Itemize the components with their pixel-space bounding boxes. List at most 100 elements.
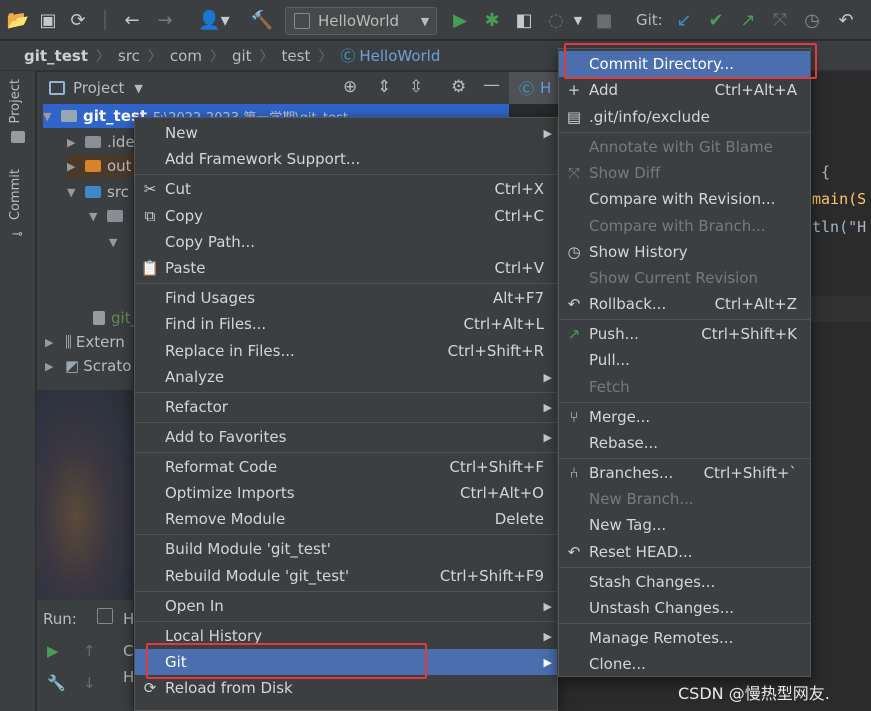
menu-item-push[interactable]: ↗ Push... Ctrl+Shift+K (559, 321, 810, 347)
menu-item-add[interactable]: + Add Ctrl+Alt+A (559, 77, 810, 103)
expand-all-icon[interactable]: ⇕ (377, 77, 391, 97)
tree-row[interactable]: ▶ out (67, 154, 137, 178)
menu-item-compare-with-revision[interactable]: Compare with Revision... (559, 186, 810, 212)
up-arrow-icon[interactable]: ↑ (83, 642, 96, 660)
menu-item-build-module[interactable]: Build Module 'git_test' (135, 536, 557, 562)
menu-item-pull[interactable]: Pull... (559, 347, 810, 373)
menu-item-paste[interactable]: 📋 Paste Ctrl+V (135, 255, 557, 281)
breadcrumb-item[interactable]: src (118, 47, 140, 65)
build-hammer-icon[interactable]: 🔨 (250, 8, 274, 32)
vcs-user-icon[interactable]: 👤▾ (196, 8, 232, 32)
menu-item-shortcut: Ctrl+Shift+F9 (439, 567, 544, 585)
project-panel-title[interactable]: Project (73, 79, 124, 97)
commit-tool-tab[interactable]: Commit (8, 169, 23, 220)
run-icon[interactable]: ▶ (448, 8, 472, 32)
menu-item-find-in-files[interactable]: Find in Files... Ctrl+Alt+L (135, 311, 557, 337)
down-arrow-icon[interactable]: ↓ (83, 674, 96, 692)
menu-item-open-in[interactable]: Open In ▶ (135, 593, 557, 619)
menu-item-label: .git/info/exclude (589, 108, 710, 126)
collapse-all-icon[interactable]: ⇳ (409, 77, 423, 97)
menu-item-new-branch[interactable]: New Branch... (559, 486, 810, 512)
tree-row[interactable]: ▶ ⫼ Extern (45, 330, 125, 354)
menu-item-optimize-imports[interactable]: Optimize Imports Ctrl+Alt+O (135, 480, 557, 506)
run-tab-label[interactable]: H (123, 610, 134, 628)
menu-item-unstash-changes[interactable]: Unstash Changes... (559, 595, 810, 621)
menu-item-clone[interactable]: Clone... (559, 651, 810, 677)
menu-separator (135, 452, 557, 453)
menu-item-rebuild-module[interactable]: Rebuild Module 'git_test' Ctrl+Shift+F9 (135, 563, 557, 589)
menu-item-rebase[interactable]: Rebase... (559, 430, 810, 456)
menu-item-cut[interactable]: ✂ Cut Ctrl+X (135, 176, 557, 202)
module-folder-icon (61, 110, 77, 122)
submenu-arrow-icon: ▶ (543, 655, 552, 669)
profile-icon[interactable]: ◌ (544, 8, 568, 32)
breadcrumb-item[interactable]: test (282, 47, 311, 65)
menu-item-reset-head[interactable]: ↶ Reset HEAD... (559, 539, 810, 565)
menu-item-show-current-revision[interactable]: Show Current Revision (559, 265, 810, 291)
menu-item-new-tag[interactable]: New Tag... (559, 512, 810, 538)
gear-icon[interactable]: ⚙ (451, 77, 466, 97)
main-toolbar: 📂 ▣ ⟳ ← → 👤▾ 🔨 HelloWorld ▼ ▶ ✱ ◧ ◌ ▼ ■ … (0, 0, 871, 40)
menu-item-rollback[interactable]: ↶ Rollback... Ctrl+Alt+Z (559, 291, 810, 317)
forward-arrow-icon[interactable]: → (153, 8, 177, 32)
menu-item-merge[interactable]: ⑂ Merge... (559, 404, 810, 430)
compare-icon[interactable]: ⤧ (768, 8, 792, 32)
tree-row[interactable]: ▶ ◩ Scrato (45, 354, 131, 378)
update-project-icon[interactable]: ↙ (672, 8, 696, 32)
menu-item-branches[interactable]: ⑃ Branches... Ctrl+Shift+` (559, 460, 810, 486)
coverage-icon[interactable]: ◧ (512, 8, 536, 32)
save-icon[interactable]: ▣ (36, 8, 60, 32)
menu-item-remove-module[interactable]: Remove Module Delete (135, 506, 557, 532)
more-chevron-icon[interactable]: ▼ (566, 8, 590, 32)
menu-item-show-history[interactable]: ◷ Show History (559, 239, 810, 265)
tree-row[interactable]: ▼ (89, 204, 129, 228)
wrench-icon[interactable]: 🔧 (47, 674, 66, 692)
tree-row[interactable]: git_ (89, 306, 138, 330)
menu-item-copy[interactable]: ⧉ Copy Ctrl+C (135, 203, 557, 229)
breadcrumb-item[interactable]: com (170, 47, 202, 65)
menu-item-new[interactable]: New ▶ (135, 120, 557, 146)
tree-row[interactable]: ▼ src (67, 180, 129, 204)
tree-row[interactable]: ▼ (109, 230, 123, 254)
menu-item-git-exclude[interactable]: ▤ .git/info/exclude (559, 104, 810, 130)
debug-bug-icon[interactable]: ✱ (480, 8, 504, 32)
menu-item-refactor[interactable]: Refactor ▶ (135, 394, 557, 420)
minimize-icon[interactable]: — (483, 75, 500, 95)
stop-icon[interactable]: ■ (592, 8, 616, 32)
rollback-icon[interactable]: ↶ (834, 8, 858, 32)
folder-icon (85, 136, 101, 148)
menu-item-manage-remotes[interactable]: Manage Remotes... (559, 625, 810, 651)
breadcrumb-separator: 〉 (147, 48, 162, 65)
back-arrow-icon[interactable]: ← (120, 8, 144, 32)
menu-item-show-diff[interactable]: ⤧ Show Diff (559, 160, 810, 186)
push-icon[interactable]: ↗ (736, 8, 760, 32)
tree-row[interactable]: ▶ .ide (67, 130, 135, 154)
chevron-down-icon[interactable]: ▼ (134, 82, 142, 95)
run-configuration-select[interactable]: HelloWorld ▼ (285, 7, 437, 35)
commit-check-icon[interactable]: ✔ (704, 8, 728, 32)
menu-item-analyze[interactable]: Analyze ▶ (135, 364, 557, 390)
menu-item-add-to-favorites[interactable]: Add to Favorites ▶ (135, 424, 557, 450)
menu-item-replace-in-files[interactable]: Replace in Files... Ctrl+Shift+R (135, 338, 557, 364)
breadcrumb-item[interactable]: git (232, 47, 252, 65)
locate-target-icon[interactable]: ⊕ (343, 77, 357, 97)
menu-item-fetch[interactable]: Fetch (559, 374, 810, 400)
menu-item-add-framework-support[interactable]: Add Framework Support... (135, 146, 557, 172)
menu-item-compare-with-branch[interactable]: Compare with Branch... (559, 213, 810, 239)
menu-item-find-usages[interactable]: Find Usages Alt+F7 (135, 285, 557, 311)
history-clock-icon[interactable]: ◷ (800, 8, 824, 32)
menu-separator (559, 458, 810, 459)
menu-separator (135, 534, 557, 535)
rerun-icon[interactable]: ▶ (47, 642, 59, 660)
sync-icon[interactable]: ⟳ (66, 8, 90, 32)
project-tool-tab[interactable]: Project (8, 79, 23, 123)
menu-item-annotate-git-blame[interactable]: Annotate with Git Blame (559, 134, 810, 160)
menu-item-stash-changes[interactable]: Stash Changes... (559, 569, 810, 595)
git-toolbar-label: Git: (636, 11, 663, 29)
chevron-down-icon: ▼ (420, 14, 430, 28)
breadcrumb-item[interactable]: HelloWorld (359, 47, 440, 65)
menu-item-reformat-code[interactable]: Reformat Code Ctrl+Shift+F (135, 454, 557, 480)
open-folder-icon[interactable]: 📂 (6, 8, 30, 32)
breadcrumb-item[interactable]: git_test (24, 47, 88, 65)
menu-item-copy-path[interactable]: Copy Path... (135, 229, 557, 255)
